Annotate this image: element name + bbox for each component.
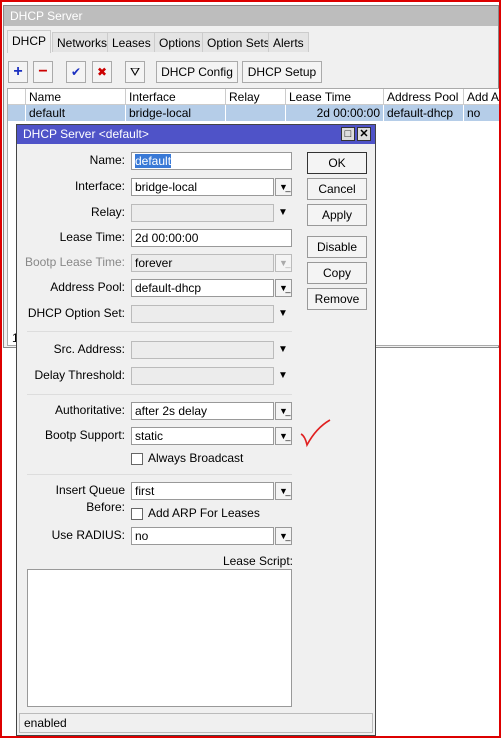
use-radius-label: Use RADIUS: xyxy=(51,528,125,542)
lease-time-input[interactable]: 2d 00:00:00 xyxy=(131,229,292,247)
disable-button[interactable]: Disable xyxy=(307,236,367,258)
tab-alerts[interactable]: Alerts xyxy=(268,32,309,52)
remove-button[interactable]: Remove xyxy=(307,288,367,310)
dhcp-setup-button[interactable]: DHCP Setup xyxy=(242,61,322,83)
always-broadcast-checkbox[interactable] xyxy=(131,453,143,465)
bootp-support-input[interactable]: static xyxy=(131,427,274,445)
delay-threshold-input[interactable] xyxy=(131,367,274,385)
remove-icon[interactable]: − xyxy=(33,61,53,83)
dhcp-option-set-label: DHCP Option Set: xyxy=(27,306,125,320)
always-broadcast-label: Always Broadcast xyxy=(148,451,244,465)
cell-address-pool[interactable]: default-dhcp xyxy=(384,105,464,121)
cell-interface[interactable]: bridge-local xyxy=(126,105,226,121)
cell-lease-time[interactable]: 2d 00:00:00 xyxy=(286,105,384,121)
bootp-lease-time-label: Bootp Lease Time: xyxy=(24,255,125,269)
dropdown-icon[interactable]: ▼̲ xyxy=(275,279,292,297)
cell-relay[interactable] xyxy=(226,105,286,121)
cancel-button[interactable]: Cancel xyxy=(307,178,367,200)
column-gutter xyxy=(8,89,26,105)
expand-arrow-icon[interactable]: ▼ xyxy=(278,367,288,385)
column-address-pool[interactable]: Address Pool xyxy=(384,89,464,105)
insert-queue-before-label: Insert Queue Before: xyxy=(55,483,125,514)
separator xyxy=(27,474,292,475)
cell-add-arp[interactable]: no xyxy=(464,105,501,121)
tab-networks[interactable]: Networks xyxy=(52,32,113,52)
separator xyxy=(27,394,292,395)
window-title: DHCP Server xyxy=(4,6,498,26)
dropdown-icon[interactable]: ▼̲ xyxy=(275,402,292,420)
tab-options[interactable]: Options xyxy=(154,32,206,52)
apply-button[interactable]: Apply xyxy=(307,204,367,226)
ok-button[interactable]: OK xyxy=(307,152,367,174)
dropdown-icon[interactable]: ▼̲ xyxy=(275,527,292,545)
expand-arrow-icon[interactable]: ▼ xyxy=(278,341,288,359)
dialog-title-text: DHCP Server <default> xyxy=(23,127,149,141)
name-value-selected: default xyxy=(135,154,172,168)
column-name[interactable]: Name xyxy=(26,89,126,105)
address-pool-label: Address Pool: xyxy=(50,280,125,294)
row-gutter[interactable] xyxy=(8,105,26,121)
bootp-lease-time-input[interactable]: forever xyxy=(131,254,274,272)
interface-input[interactable]: bridge-local xyxy=(131,178,274,196)
dialog-title: DHCP Server <default> xyxy=(17,125,375,144)
relay-input[interactable] xyxy=(131,204,274,222)
status-bar: enabled xyxy=(19,713,373,733)
interface-label: Interface: xyxy=(74,179,125,193)
tab-dhcp[interactable]: DHCP xyxy=(7,30,52,53)
column-lease-time[interactable]: Lease Time xyxy=(286,89,384,105)
dropdown-icon[interactable]: ▼̲ xyxy=(275,254,292,272)
maximize-icon[interactable]: □ xyxy=(341,127,355,141)
add-arp-for-leases-checkbox[interactable] xyxy=(131,508,143,520)
lease-script-textarea[interactable] xyxy=(27,569,292,707)
relay-label: Relay: xyxy=(90,205,125,219)
cell-name[interactable]: default xyxy=(26,105,126,121)
separator xyxy=(27,331,292,332)
address-pool-input[interactable]: default-dhcp xyxy=(131,279,274,297)
authoritative-input[interactable]: after 2s delay xyxy=(131,402,274,420)
tab-leases[interactable]: Leases xyxy=(107,32,156,52)
disable-icon[interactable]: ✖ xyxy=(92,61,112,83)
name-label: Name: xyxy=(89,153,125,167)
expand-arrow-icon[interactable]: ▼ xyxy=(278,305,288,323)
expand-arrow-icon[interactable]: ▼ xyxy=(278,204,288,222)
dropdown-icon[interactable]: ▼̲ xyxy=(275,482,292,500)
copy-button[interactable]: Copy xyxy=(307,262,367,284)
add-icon[interactable]: + xyxy=(8,61,28,83)
insert-queue-before-input[interactable]: first xyxy=(131,482,274,500)
tab-option-sets[interactable]: Option Sets xyxy=(202,32,275,52)
red-checkmark-annotation xyxy=(300,419,331,448)
delay-threshold-label: Delay Threshold: xyxy=(34,368,126,382)
name-input[interactable]: default xyxy=(131,152,292,170)
column-interface[interactable]: Interface xyxy=(126,89,226,105)
lease-script-label: Lease Script: xyxy=(222,554,293,568)
src-address-label: Src. Address: xyxy=(53,342,125,356)
column-relay[interactable]: Relay xyxy=(226,89,286,105)
enable-icon[interactable]: ✔ xyxy=(66,61,86,83)
dhcp-option-set-input[interactable] xyxy=(131,305,274,323)
src-address-input[interactable] xyxy=(131,341,274,359)
close-icon[interactable]: ✕ xyxy=(357,127,371,141)
add-arp-for-leases-label: Add ARP For Leases xyxy=(148,506,260,520)
dropdown-icon[interactable]: ▼̲ xyxy=(275,427,292,445)
dropdown-icon[interactable]: ▼̲ xyxy=(275,178,292,196)
filter-icon[interactable]: ⛛ xyxy=(125,61,145,83)
bootp-support-label: Bootp Support: xyxy=(44,428,125,442)
column-add-arp[interactable]: Add AR xyxy=(464,89,501,105)
dhcp-config-button[interactable]: DHCP Config xyxy=(156,61,238,83)
authoritative-label: Authoritative: xyxy=(54,403,125,417)
use-radius-input[interactable]: no xyxy=(131,527,274,545)
lease-time-label: Lease Time: xyxy=(59,230,125,244)
